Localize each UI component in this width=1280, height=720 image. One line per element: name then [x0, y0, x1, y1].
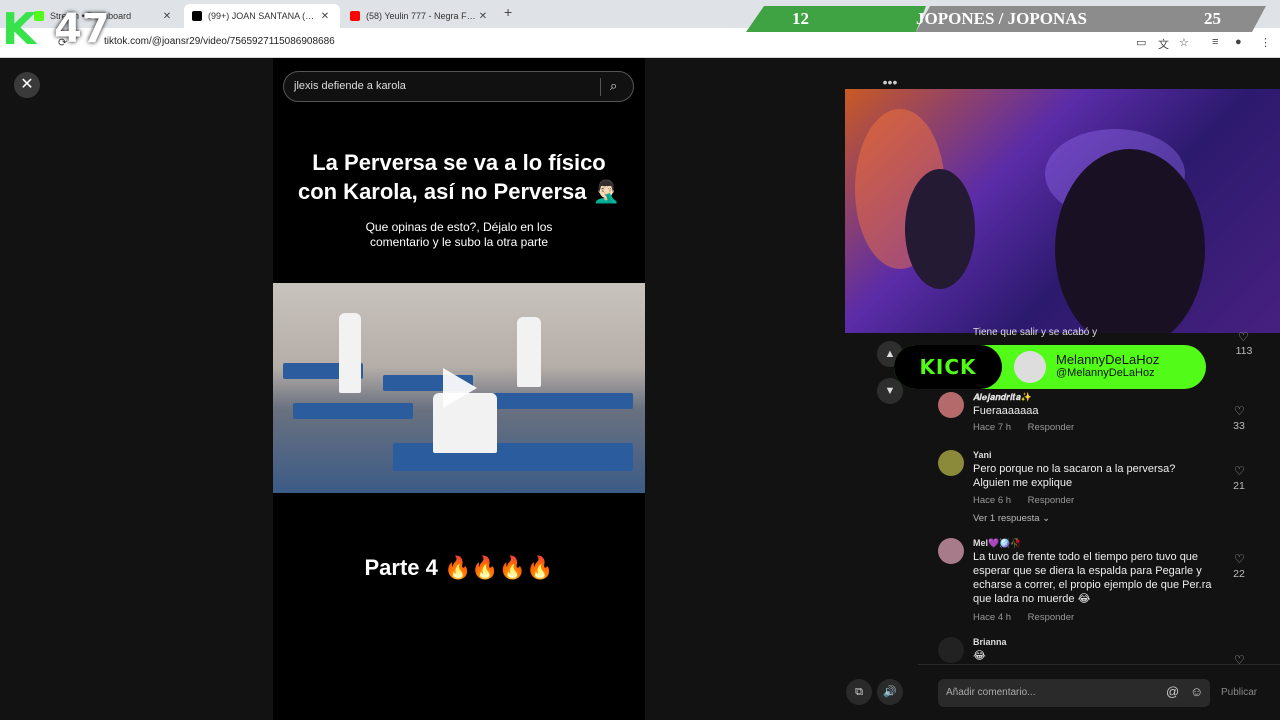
address-bar: ⟳ tiktok.com/@joansr29/video/75659271150… [0, 28, 1280, 58]
kick-logo-icon: K [2, 4, 37, 55]
tiktok-favicon-icon [192, 11, 202, 21]
comment-text: 😂 [973, 650, 986, 662]
bookmark-star-icon[interactable]: ☆ [1179, 36, 1189, 49]
translate-icon[interactable]: 文 [1158, 36, 1169, 52]
volume-icon[interactable]: 🔊 [877, 679, 903, 705]
reply-button[interactable]: Responder [1028, 612, 1074, 623]
comment-text: Fueraaaaaaa [973, 405, 1039, 417]
reply-button[interactable]: Responder [1028, 422, 1074, 433]
close-icon[interactable]: ✕ [160, 11, 174, 22]
comment-username[interactable]: Brianna [973, 637, 1007, 647]
avatar[interactable] [938, 637, 964, 663]
decoration-figure [905, 169, 975, 289]
like-count: 113 [1235, 345, 1253, 357]
tiktok-page: ✕ jlexis defiende a karola ⌕ La Perversa… [0, 58, 1280, 720]
close-icon[interactable]: ✕ [476, 11, 490, 22]
close-video-button[interactable]: ✕ [14, 72, 40, 98]
screen: Stream • Dashboard ✕ (99+) JOAN SANTANA … [0, 0, 1280, 720]
tab-tiktok[interactable]: (99+) JOAN SANTANA (@joansr29) ✕ [184, 4, 340, 28]
webcam-overlay [845, 89, 1280, 333]
comment-meta: Hace 7 h Responder [973, 422, 1074, 433]
picture-in-picture-icon[interactable]: ⧉ [846, 679, 872, 705]
comment-input[interactable]: Añadir comentario... @ ☺ [938, 679, 1210, 707]
comment-username[interactable]: Mel💜🪩🥀 [973, 538, 1022, 549]
play-icon[interactable] [443, 368, 477, 408]
comment-placeholder: Añadir comentario... [946, 687, 1036, 698]
score-left: 12 [792, 9, 809, 28]
partial-comment-text: Tiene que salir y se acabó y [973, 327, 1098, 338]
comment-username[interactable]: Yani [973, 450, 992, 460]
reply-button[interactable]: Responder [1028, 495, 1074, 506]
comment-time: Hace 6 h [973, 495, 1012, 506]
tab-title: (99+) JOAN SANTANA (@joansr29) [208, 11, 318, 21]
person-figure [339, 313, 361, 393]
comment-text: La tuvo de frente todo el tiempo pero tu… [973, 551, 1212, 605]
search-bar[interactable]: jlexis defiende a karola ⌕ [283, 71, 634, 102]
kick-streamer-handle: @MelannyDeLaHoz [1056, 367, 1155, 379]
avatar [1014, 351, 1046, 383]
comment-username[interactable]: 𝑨𝒍𝒆𝒋𝒂𝒏𝒅𝒓𝒊𝒕𝒂✨ [973, 392, 1032, 403]
like-count: 33 [1233, 420, 1245, 432]
search-divider [600, 78, 601, 96]
kick-follower-badge: K 47 [0, 0, 110, 56]
cast-icon[interactable]: ▭ [1136, 36, 1146, 49]
emoji-icon[interactable]: ☺ [1190, 684, 1203, 699]
youtube-favicon-icon [350, 11, 360, 21]
kick-count: 47 [54, 6, 110, 52]
bed [293, 403, 413, 419]
avatar[interactable] [938, 538, 964, 564]
heart-icon[interactable]: ♡ [1238, 330, 1249, 344]
heart-icon[interactable]: ♡ [1234, 404, 1245, 418]
comment-time: Hace 4 h [973, 612, 1012, 623]
post-button[interactable]: Publicar [1221, 687, 1257, 698]
like-count: 21 [1233, 480, 1245, 492]
video-title-line2: con Karola, así no Perversa 🤦🏻‍♂️ [297, 179, 621, 204]
video-title: La Perversa se va a lo físico con Karola… [273, 148, 645, 206]
comment-meta: Hace 6 h Responder [973, 495, 1074, 506]
score-right: 25 [1204, 9, 1221, 28]
video-frame[interactable] [273, 283, 645, 493]
heart-icon[interactable]: ♡ [1234, 552, 1245, 566]
kick-logo: KICK [894, 345, 1002, 389]
new-tab-button[interactable]: + [504, 4, 512, 20]
score-title: JOPONES / JOPONAS [916, 9, 1087, 28]
like-count: 22 [1233, 568, 1245, 580]
bed [493, 393, 633, 409]
bed [393, 443, 633, 471]
comment-text: Pero porque no la sacaron a la perversa?… [973, 463, 1176, 489]
view-replies-button[interactable]: Ver 1 respuesta ⌄ [973, 513, 1050, 524]
profile-avatar[interactable]: ● [1235, 36, 1242, 48]
part-label: Parte 4 🔥🔥🔥🔥 [364, 555, 554, 580]
scoreboard: 12 JOPONES / JOPONAS 25 [746, 6, 1266, 32]
heart-icon[interactable]: ♡ [1234, 464, 1245, 478]
kick-streamer-name: MelannyDeLaHoz [1056, 352, 1160, 367]
search-input[interactable]: jlexis defiende a karola [294, 80, 406, 92]
url-field[interactable]: tiktok.com/@joansr29/video/7565927115086… [104, 36, 335, 47]
search-icon[interactable]: ⌕ [610, 78, 617, 94]
video-subtitle: Que opinas de esto?, Déjalo en los comen… [365, 220, 553, 249]
avatar[interactable] [938, 392, 964, 418]
scoreboard-left-panel [746, 6, 926, 32]
person-figure [517, 317, 541, 387]
close-icon[interactable]: ✕ [318, 11, 332, 22]
tab-youtube[interactable]: (58) Yeulin 777 - Negra Ft Andy ✕ [342, 4, 498, 28]
streamer-figure [1055, 149, 1205, 333]
video-title-line1: La Perversa se va a lo físico [312, 150, 606, 175]
comment-meta: Hace 4 h Responder [973, 612, 1074, 623]
reading-list-icon[interactable]: ≡ [1212, 36, 1218, 48]
avatar[interactable] [938, 450, 964, 476]
video-player[interactable]: jlexis defiende a karola ⌕ La Perversa s… [273, 58, 645, 720]
kick-streamer-banner: KICK MelannyDeLaHoz @MelannyDeLaHoz [894, 345, 1206, 389]
comment-time: Hace 7 h [973, 422, 1012, 433]
mention-icon[interactable]: @ [1166, 684, 1179, 699]
comment-composer: Añadir comentario... @ ☺ Publicar [918, 664, 1280, 720]
menu-kebab-icon[interactable]: ⋮ [1260, 36, 1271, 49]
tab-title: (58) Yeulin 777 - Negra Ft Andy [366, 11, 476, 21]
